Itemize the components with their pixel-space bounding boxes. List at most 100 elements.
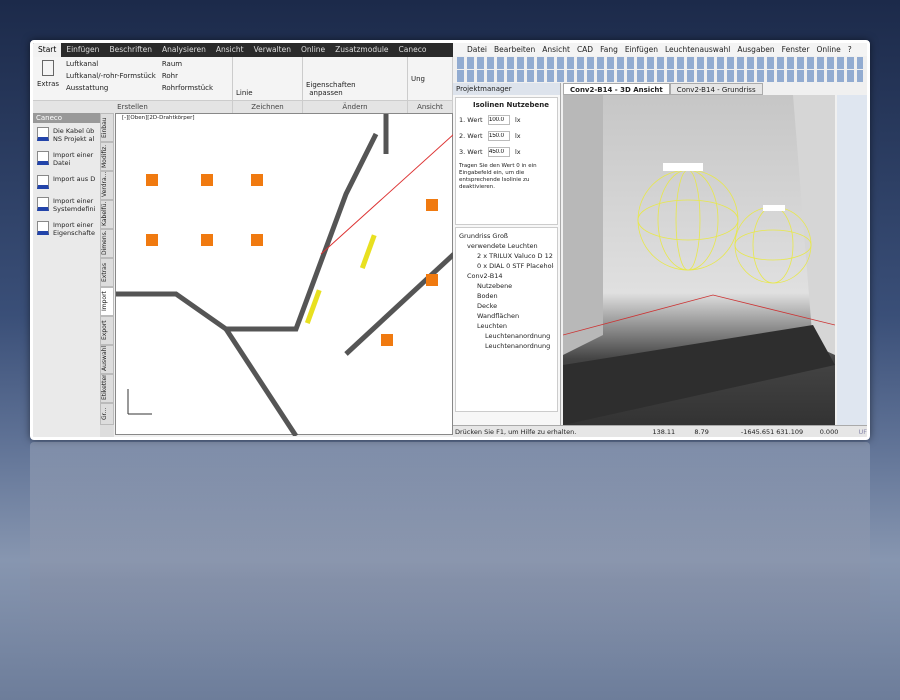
menu-bar: Datei Bearbeiten Ansicht CAD Fang Einfüg… (453, 43, 867, 56)
window-reflection (30, 442, 870, 672)
status-uf: UF (858, 428, 868, 436)
tree-item[interactable]: Leuchtenanordnung (459, 331, 554, 341)
tab-online[interactable]: Online (296, 43, 330, 57)
tree-item[interactable]: Leuchtenanordnung (459, 341, 554, 351)
tree-item[interactable]: Wandflächen (459, 311, 554, 321)
caneco-item[interactable]: Import aus D (33, 171, 100, 193)
tree-item[interactable]: Decke (459, 301, 554, 311)
file-rdb-icon (37, 221, 49, 235)
caneco-item[interactable]: Import einer Datei (33, 147, 100, 171)
tab-verwalten[interactable]: Verwalten (249, 43, 296, 57)
tree-item[interactable]: 2 x TRILUX Valuco D 12 (459, 251, 554, 261)
ribbon-tabs: Start Einfügen Beschriften Analysieren A… (33, 43, 453, 57)
menu-einfuegen[interactable]: Einfügen (625, 43, 658, 56)
caneco-item[interactable]: Die Kabel üb NS Projekt al (33, 123, 100, 147)
vtab-etiketten[interactable]: Etiketten (100, 374, 114, 403)
wert-2-input[interactable] (488, 131, 510, 141)
document-tabs: Conv2-B14 - 3D Ansicht Conv2-B14 - Grund… (563, 83, 763, 95)
tab-einfuegen[interactable]: Einfügen (61, 43, 104, 57)
tab-beschriften[interactable]: Beschriften (104, 43, 157, 57)
menu-datei[interactable]: Datei (467, 43, 487, 56)
group-erstellen: Erstellen (33, 101, 233, 113)
luminaire (763, 205, 785, 211)
file-afr-icon (37, 127, 49, 141)
tab-analysieren[interactable]: Analysieren (157, 43, 211, 57)
application-window: Start Einfügen Beschriften Analysieren A… (30, 40, 870, 440)
vtab-kabelfu[interactable]: Kabelfü... (100, 200, 114, 229)
menu-cad[interactable]: CAD (577, 43, 593, 56)
caneco-title: Caneco (33, 113, 100, 123)
tab-zusatzmodule[interactable]: Zusatzmodule (330, 43, 393, 57)
cad-drawing-viewport[interactable]: [-][Oben][2D-Drahtkörper] (115, 113, 456, 437)
tree-item[interactable]: Leuchten (459, 321, 554, 331)
vtab-einbau[interactable]: Einbau (100, 113, 114, 142)
tree-item[interactable]: verwendete Leuchten (459, 241, 554, 251)
menu-online[interactable]: Online (817, 43, 841, 56)
vtab-gr[interactable]: Gr... (100, 403, 114, 425)
toolbar-2[interactable] (457, 70, 863, 82)
vtab-verdra[interactable]: Verdra... (100, 171, 114, 200)
menu-bearbeiten[interactable]: Bearbeiten (494, 43, 535, 56)
vtab-extras[interactable]: Extras (100, 258, 114, 287)
rohr-button[interactable]: Rohr (162, 72, 213, 80)
file-rdb-icon (37, 197, 49, 211)
group-aendern[interactable]: Ändern (303, 101, 408, 113)
status-z: 0.000 m (819, 428, 839, 436)
wert-3-input[interactable] (488, 147, 510, 157)
menu-ansicht[interactable]: Ansicht (542, 43, 570, 56)
menu-fang[interactable]: Fang (600, 43, 618, 56)
vtab-export[interactable]: Export (100, 316, 114, 345)
vtab-modifiz[interactable]: Modifiz. (100, 142, 114, 171)
menu-help[interactable]: ? (848, 43, 852, 56)
cad-app: Start Einfügen Beschriften Analysieren A… (33, 43, 456, 437)
linie-button[interactable]: Linie (236, 89, 253, 97)
isolines-panel: Isolinen Nutzebene 1. Wertlx 2. Wertlx 3… (455, 97, 558, 225)
luftkanal-button[interactable]: Luftkanal (66, 60, 156, 68)
tab-ansicht[interactable]: Ansicht (211, 43, 249, 57)
menu-fenster[interactable]: Fenster (782, 43, 810, 56)
rohrformstueck-button[interactable]: Rohrformstück (162, 84, 213, 92)
floor-plan-drawing (116, 114, 456, 437)
file-afr-icon (37, 151, 49, 165)
wert-1-input[interactable] (488, 115, 510, 125)
project-tree: Grundriss Groß verwendete Leuchten 2 x T… (455, 227, 558, 412)
luminaire (663, 163, 703, 171)
caneco-panel: Caneco Die Kabel üb NS Projekt al Import… (33, 113, 100, 437)
toolbar-1[interactable] (457, 57, 863, 69)
menu-leuchtenauswahl[interactable]: Leuchtenauswahl (665, 43, 730, 56)
tab-caneco[interactable]: Caneco (394, 43, 432, 57)
vtab-auswahl[interactable]: Auswahl (100, 345, 114, 374)
vtab-import[interactable]: Import (100, 287, 114, 316)
project-manager-panel: Projektmanager Isolinen Nutzebene 1. Wer… (453, 83, 561, 425)
tab-isolinen[interactable]: Isolinen Nutzebene (459, 101, 554, 109)
tree-item[interactable]: Nutzebene (459, 281, 554, 291)
tree-item[interactable]: Boden (459, 291, 554, 301)
raum-button[interactable]: Raum (162, 60, 213, 68)
tree-item[interactable]: Conv2-B14 (459, 271, 554, 281)
right-toolbar[interactable] (837, 95, 867, 425)
vertical-tabs: Einbau Modifiz. Verdra... Kabelfü... Dim… (100, 113, 114, 437)
vtab-dimens[interactable]: Dimens. (100, 229, 114, 258)
extras-button[interactable]: Extras (37, 80, 59, 88)
eigenschaften-anpassen-button[interactable]: Eigenschaften anpassen (306, 81, 356, 97)
status-illuminance: 138.11 lx (652, 428, 676, 436)
status-bar: Drücken Sie F1, um Hilfe zu erhalten. 13… (453, 425, 867, 437)
tab-start[interactable]: Start (33, 43, 62, 57)
isolines-note: Tragen Sie den Wert 0 in ein Eingabefeld… (459, 163, 537, 190)
group-zeichnen: Zeichnen (233, 101, 303, 113)
tab-grundriss[interactable]: Conv2-B14 - Grundriss (669, 83, 763, 95)
panel-title: Projektmanager (453, 83, 560, 95)
caneco-item[interactable]: Import einer Systemdefini (33, 193, 100, 217)
formstueck-button[interactable]: Luftkanal/-rohr-Formstück (66, 72, 156, 80)
ausstattung-button[interactable]: Ausstattung (66, 84, 156, 92)
tree-item[interactable]: 0 x DIAL 0 STF Placeholder (459, 261, 554, 271)
menu-ausgaben[interactable]: Ausgaben (737, 43, 774, 56)
ung-button[interactable]: Ung (411, 75, 425, 83)
tab-3d-ansicht[interactable]: Conv2-B14 - 3D Ansicht (563, 83, 670, 95)
viewport-label[interactable]: [-][Oben][2D-Drahtkörper] (122, 115, 195, 121)
caneco-item[interactable]: Import einer Eigenschafte (33, 217, 100, 241)
file-stf-icon (37, 175, 49, 189)
ribbon: Extras Luftkanal Luftkanal/-rohr-Formstüc… (33, 57, 453, 101)
tree-item[interactable]: Grundriss Groß (459, 231, 554, 241)
3d-view[interactable] (562, 95, 836, 425)
